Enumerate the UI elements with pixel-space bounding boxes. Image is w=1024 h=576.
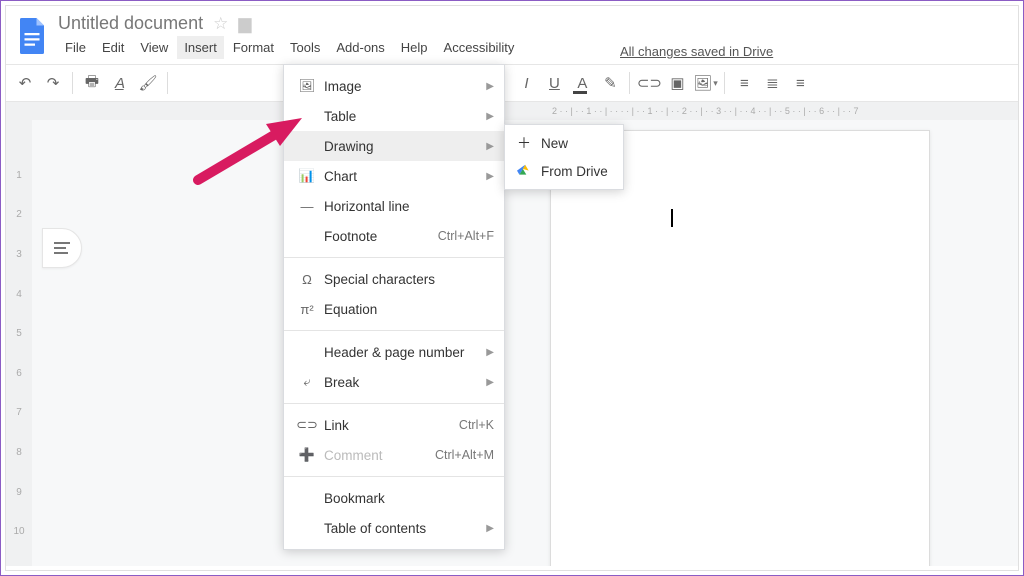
menu-item-horizontal-line[interactable]: —Horizontal line	[284, 191, 504, 221]
menu-item-label: Link	[318, 418, 459, 433]
menu-item-link[interactable]: ⊂⊃LinkCtrl+K	[284, 410, 504, 440]
chevron-right-icon: ▶	[486, 377, 494, 388]
submenu-item-from-drive[interactable]: From Drive	[505, 157, 623, 185]
plus-icon: ＋	[517, 133, 535, 153]
menu-insert[interactable]: Insert	[177, 36, 224, 59]
chevron-right-icon: ▶	[486, 111, 494, 122]
menu-item-equation[interactable]: π²Equation	[284, 294, 504, 324]
menu-item-bookmark[interactable]: Bookmark	[284, 483, 504, 513]
docs-logo[interactable]	[14, 12, 50, 60]
chevron-right-icon: ▶	[486, 141, 494, 152]
menu-format[interactable]: Format	[226, 36, 281, 59]
menu-item-special-characters[interactable]: ΩSpecial characters	[284, 264, 504, 294]
redo-button[interactable]: ↷	[42, 72, 64, 94]
drawing-submenu: ＋New From Drive	[504, 124, 624, 190]
menu-item-break[interactable]: ⤶Break▶	[284, 367, 504, 397]
menu-item-comment: ➕CommentCtrl+Alt+M	[284, 440, 504, 470]
star-icon[interactable]: ☆	[213, 14, 228, 34]
menu-item-label: Special characters	[318, 272, 494, 287]
menu-view[interactable]: View	[133, 36, 175, 59]
menu-item-header-page-number[interactable]: Header & page number▶	[284, 337, 504, 367]
document-title[interactable]: Untitled document	[58, 13, 203, 34]
chart-icon: 📊	[296, 168, 318, 184]
comment-icon: ➕	[296, 447, 318, 463]
menu-edit[interactable]: Edit	[95, 36, 131, 59]
menu-item-label: Bookmark	[318, 491, 494, 506]
menu-item-label: Footnote	[318, 229, 438, 244]
align-center-button[interactable]: ≣	[761, 72, 783, 94]
shortcut-label: Ctrl+Alt+F	[438, 229, 494, 243]
menu-tools[interactable]: Tools	[283, 36, 327, 59]
submenu-item-label: New	[535, 136, 568, 151]
menu-item-table[interactable]: Table▶	[284, 101, 504, 131]
insert-comment-button[interactable]: ▣	[666, 72, 688, 94]
italic-button[interactable]: I	[515, 72, 537, 94]
chevron-right-icon: ▶	[486, 523, 494, 534]
insert-menu-panel: 🖼Image▶Table▶Drawing▶📊Chart▶—Horizontal …	[283, 64, 505, 550]
equation-icon: π²	[296, 302, 318, 317]
text-color-button[interactable]: A	[571, 72, 593, 94]
align-left-button[interactable]: ≡	[733, 72, 755, 94]
document-page[interactable]	[550, 130, 930, 566]
insert-image-button[interactable]: 🖼▾	[694, 72, 716, 94]
toolbar: ↶ ↷ 🖶 A̲ 🖌 ▼ 11 ▼ B I U A ✎ ⊂⊃ ▣ 🖼▾ ≡ ≣ …	[6, 64, 1018, 102]
menu-item-label: Drawing	[318, 139, 486, 154]
menu-item-chart[interactable]: 📊Chart▶	[284, 161, 504, 191]
print-button[interactable]: 🖶	[81, 72, 103, 94]
menu-item-label: Header & page number	[318, 345, 486, 360]
vertical-ruler: 12345678910	[6, 102, 32, 566]
menu-item-label: Horizontal line	[318, 199, 494, 214]
menu-item-image[interactable]: 🖼Image▶	[284, 71, 504, 101]
menu-item-drawing[interactable]: Drawing▶	[284, 131, 504, 161]
menu-help[interactable]: Help	[394, 36, 435, 59]
menubar: FileEditViewInsertFormatToolsAdd-onsHelp…	[58, 36, 521, 59]
chevron-right-icon: ▶	[486, 347, 494, 358]
horizontal-icon: —	[296, 199, 318, 214]
underline-button[interactable]: U	[543, 72, 565, 94]
special-icon: Ω	[296, 272, 318, 287]
chevron-right-icon: ▶	[486, 171, 494, 182]
text-cursor	[671, 209, 673, 227]
menu-item-label: Table	[318, 109, 486, 124]
drive-icon	[517, 163, 535, 180]
align-right-button[interactable]: ≡	[789, 72, 811, 94]
horizontal-ruler: 2 · · | · · 1 · · | · · · · | · · 1 · · …	[32, 102, 1018, 120]
submenu-item-label: From Drive	[535, 164, 608, 179]
menu-item-label: Chart	[318, 169, 486, 184]
insert-link-button[interactable]: ⊂⊃	[638, 72, 660, 94]
menu-item-label: Break	[318, 375, 486, 390]
menu-item-label: Image	[318, 79, 486, 94]
document-outline-button[interactable]	[42, 228, 82, 268]
submenu-item-new[interactable]: ＋New	[505, 129, 623, 157]
break-icon: ⤶	[296, 374, 318, 390]
menu-item-table-of-contents[interactable]: Table of contents▶	[284, 513, 504, 543]
menu-item-footnote[interactable]: FootnoteCtrl+Alt+F	[284, 221, 504, 251]
highlight-button[interactable]: ✎	[599, 72, 621, 94]
link-icon: ⊂⊃	[296, 417, 318, 433]
menu-item-label: Comment	[318, 448, 435, 463]
menu-file[interactable]: File	[58, 36, 93, 59]
shortcut-label: Ctrl+K	[459, 418, 494, 432]
spellcheck-button[interactable]: A̲	[109, 72, 131, 94]
move-folder-icon[interactable]: ▆	[238, 14, 251, 34]
menu-item-label: Table of contents	[318, 521, 486, 536]
chevron-right-icon: ▶	[486, 81, 494, 92]
menu-add-ons[interactable]: Add-ons	[329, 36, 391, 59]
save-status[interactable]: All changes saved in Drive	[620, 44, 773, 59]
paint-format-button[interactable]: 🖌	[137, 72, 159, 94]
shortcut-label: Ctrl+Alt+M	[435, 448, 494, 462]
undo-button[interactable]: ↶	[14, 72, 36, 94]
menu-accessibility[interactable]: Accessibility	[437, 36, 522, 59]
menu-item-label: Equation	[318, 302, 494, 317]
image-icon: 🖼	[296, 78, 318, 94]
